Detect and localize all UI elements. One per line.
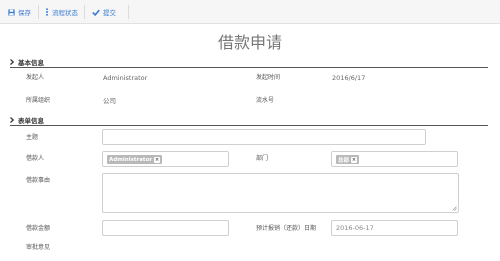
expected-repay-date-input[interactable]: 2016-06-17 bbox=[331, 220, 458, 236]
section-basic-info: 基本信息 bbox=[10, 57, 44, 67]
chevron-right-icon bbox=[10, 59, 14, 65]
toolbar-divider bbox=[84, 5, 85, 19]
subject-label: 主题 bbox=[26, 134, 39, 141]
form-title: 借款申请 bbox=[217, 33, 282, 52]
submit-label: 提交 bbox=[103, 9, 116, 17]
loan-amount-label: 借款金额 bbox=[26, 225, 51, 232]
borrower-field[interactable]: Administrator × bbox=[102, 151, 229, 167]
toolbar: 保存 流程状态 提交 bbox=[0, 0, 500, 24]
organization-label: 所属组织 bbox=[26, 97, 51, 104]
list-icon bbox=[45, 8, 49, 16]
toolbar-divider bbox=[38, 5, 39, 19]
section-divider bbox=[10, 67, 488, 68]
section-divider bbox=[10, 125, 488, 126]
check-icon bbox=[92, 9, 100, 16]
section-form-info-label: 表单信息 bbox=[18, 117, 44, 125]
loan-reason-textarea[interactable] bbox=[102, 173, 459, 213]
borrower-label: 借款人 bbox=[26, 155, 45, 162]
serial-number-label: 流水号 bbox=[256, 97, 275, 104]
section-form-info: 表单信息 bbox=[10, 115, 44, 125]
section-basic-info-label: 基本信息 bbox=[18, 59, 44, 67]
approval-opinion-label: 审批意见 bbox=[26, 244, 51, 251]
close-icon[interactable]: × bbox=[154, 156, 161, 163]
department-tag: 总部 × bbox=[336, 155, 360, 164]
save-label: 保存 bbox=[18, 9, 31, 17]
start-time-label: 发起时间 bbox=[256, 74, 281, 81]
close-icon[interactable]: × bbox=[351, 156, 358, 163]
expected-repay-date-label: 预计报销（还款）日期 bbox=[256, 225, 317, 232]
save-button[interactable]: 保存 bbox=[8, 0, 31, 24]
chevron-right-icon bbox=[10, 117, 14, 123]
department-label: 部门 bbox=[256, 155, 269, 162]
submit-button[interactable]: 提交 bbox=[92, 0, 116, 24]
loan-amount-input[interactable] bbox=[102, 220, 229, 236]
borrower-tag: Administrator × bbox=[107, 155, 163, 164]
loan-reason-label: 借款事由 bbox=[26, 177, 51, 184]
department-field[interactable]: 总部 × bbox=[331, 151, 458, 167]
toolbar-divider bbox=[128, 5, 129, 19]
expected-repay-date-value: 2016-06-17 bbox=[336, 224, 374, 232]
start-time-value: 2016/6/17 bbox=[332, 74, 366, 82]
department-tag-label: 总部 bbox=[338, 157, 350, 164]
flow-status-label: 流程状态 bbox=[52, 9, 78, 17]
initiator-label: 发起人 bbox=[26, 74, 45, 81]
organization-value: 公司 bbox=[103, 97, 116, 105]
resize-handle-icon[interactable] bbox=[452, 206, 457, 211]
borrower-tag-label: Administrator bbox=[109, 156, 153, 163]
subject-input[interactable] bbox=[102, 129, 426, 145]
flow-status-button[interactable]: 流程状态 bbox=[45, 0, 78, 24]
save-icon bbox=[8, 8, 15, 16]
initiator-value: Administrator bbox=[103, 74, 148, 82]
